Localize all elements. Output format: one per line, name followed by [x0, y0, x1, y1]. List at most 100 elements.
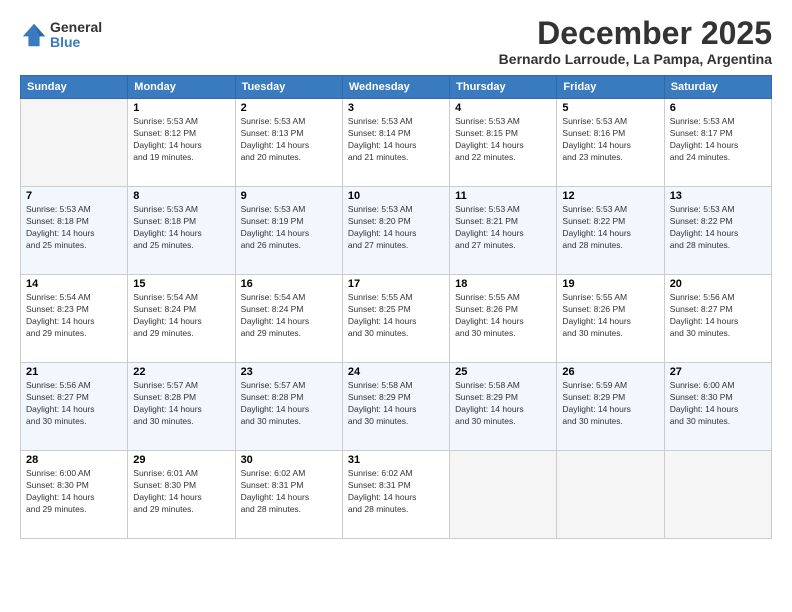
calendar-cell: 31 Sunrise: 6:02 AM Sunset: 8:31 PM Dayli…: [342, 451, 449, 539]
calendar-cell: 24 Sunrise: 5:58 AM Sunset: 8:29 PM Dayli…: [342, 363, 449, 451]
day-number: 19: [562, 278, 658, 290]
weekday-header-sunday: Sunday: [21, 76, 128, 99]
day-info: Sunrise: 5:53 AM Sunset: 8:18 PM Dayligh…: [133, 204, 229, 252]
day-number: 2: [241, 102, 337, 114]
calendar-cell: 20 Sunrise: 5:56 AM Sunset: 8:27 PM Dayli…: [664, 275, 771, 363]
calendar-cell: 16 Sunrise: 5:54 AM Sunset: 8:24 PM Dayli…: [235, 275, 342, 363]
day-number: 3: [348, 102, 444, 114]
day-number: 30: [241, 454, 337, 466]
calendar-cell: 28Sunrise: 6:00 AM Sunset: 8:30 PM Dayli…: [21, 451, 128, 539]
day-info: Sunrise: 5:53 AM Sunset: 8:18 PM Dayligh…: [26, 204, 122, 252]
calendar-cell: 11 Sunrise: 5:53 AM Sunset: 8:21 PM Dayli…: [450, 187, 557, 275]
day-info: Sunrise: 5:57 AM Sunset: 8:28 PM Dayligh…: [133, 380, 229, 428]
day-number: 17: [348, 278, 444, 290]
calendar-cell: 6 Sunrise: 5:53 AM Sunset: 8:17 PM Daylig…: [664, 99, 771, 187]
calendar-cell: [557, 451, 664, 539]
day-info: Sunrise: 5:53 AM Sunset: 8:15 PM Dayligh…: [455, 116, 551, 164]
title-block: December 2025 Bernardo Larroude, La Pamp…: [499, 16, 772, 67]
calendar-cell: 21Sunrise: 5:56 AM Sunset: 8:27 PM Dayli…: [21, 363, 128, 451]
day-info: Sunrise: 5:56 AM Sunset: 8:27 PM Dayligh…: [26, 380, 122, 428]
day-number: 26: [562, 366, 658, 378]
calendar-cell: 9Sunrise: 5:53 AM Sunset: 8:19 PM Daylig…: [235, 187, 342, 275]
calendar-cell: 17 Sunrise: 5:55 AM Sunset: 8:25 PM Dayli…: [342, 275, 449, 363]
weekday-header-saturday: Saturday: [664, 76, 771, 99]
calendar-cell: 1Sunrise: 5:53 AM Sunset: 8:12 PM Daylig…: [128, 99, 235, 187]
calendar-cell: [664, 451, 771, 539]
day-info: Sunrise: 5:53 AM Sunset: 8:20 PM Dayligh…: [348, 204, 444, 252]
day-number: 20: [670, 278, 766, 290]
day-info: Sunrise: 5:53 AM Sunset: 8:12 PM Dayligh…: [133, 116, 229, 164]
calendar-cell: 12Sunrise: 5:53 AM Sunset: 8:22 PM Dayli…: [557, 187, 664, 275]
day-number: 7: [26, 190, 122, 202]
day-number: 31: [348, 454, 444, 466]
day-info: Sunrise: 5:53 AM Sunset: 8:14 PM Dayligh…: [348, 116, 444, 164]
day-info: Sunrise: 5:53 AM Sunset: 8:17 PM Dayligh…: [670, 116, 766, 164]
calendar-week-row: 1Sunrise: 5:53 AM Sunset: 8:12 PM Daylig…: [21, 99, 772, 187]
calendar-cell: 29 Sunrise: 6:01 AM Sunset: 8:30 PM Dayli…: [128, 451, 235, 539]
day-number: 11: [455, 190, 551, 202]
day-info: Sunrise: 5:53 AM Sunset: 8:22 PM Dayligh…: [562, 204, 658, 252]
month-title: December 2025: [499, 16, 772, 51]
day-info: Sunrise: 6:02 AM Sunset: 8:31 PM Dayligh…: [241, 468, 337, 516]
day-info: Sunrise: 6:01 AM Sunset: 8:30 PM Dayligh…: [133, 468, 229, 516]
day-number: 6: [670, 102, 766, 114]
day-number: 29: [133, 454, 229, 466]
calendar-week-row: 28Sunrise: 6:00 AM Sunset: 8:30 PM Dayli…: [21, 451, 772, 539]
calendar-page: General Blue December 2025 Bernardo Larr…: [0, 0, 792, 612]
calendar-cell: 4Sunrise: 5:53 AM Sunset: 8:15 PM Daylig…: [450, 99, 557, 187]
calendar-cell: 3 Sunrise: 5:53 AM Sunset: 8:14 PM Daylig…: [342, 99, 449, 187]
day-number: 5: [562, 102, 658, 114]
calendar-cell: 19 Sunrise: 5:55 AM Sunset: 8:26 PM Dayli…: [557, 275, 664, 363]
calendar-cell: 10Sunrise: 5:53 AM Sunset: 8:20 PM Dayli…: [342, 187, 449, 275]
weekday-header-wednesday: Wednesday: [342, 76, 449, 99]
calendar-cell: 18Sunrise: 5:55 AM Sunset: 8:26 PM Dayli…: [450, 275, 557, 363]
day-info: Sunrise: 6:02 AM Sunset: 8:31 PM Dayligh…: [348, 468, 444, 516]
weekday-header-friday: Friday: [557, 76, 664, 99]
calendar-cell: 26 Sunrise: 5:59 AM Sunset: 8:29 PM Dayli…: [557, 363, 664, 451]
day-info: Sunrise: 5:54 AM Sunset: 8:24 PM Dayligh…: [241, 292, 337, 340]
calendar-cell: [21, 99, 128, 187]
day-info: Sunrise: 5:53 AM Sunset: 8:13 PM Dayligh…: [241, 116, 337, 164]
logo: General Blue: [20, 20, 102, 51]
logo-blue: Blue: [50, 35, 102, 50]
logo-general: General: [50, 20, 102, 35]
calendar-cell: 5 Sunrise: 5:53 AM Sunset: 8:16 PM Daylig…: [557, 99, 664, 187]
day-info: Sunrise: 5:53 AM Sunset: 8:16 PM Dayligh…: [562, 116, 658, 164]
calendar-cell: [450, 451, 557, 539]
day-number: 8: [133, 190, 229, 202]
weekday-header-monday: Monday: [128, 76, 235, 99]
day-number: 24: [348, 366, 444, 378]
calendar-cell: 27Sunrise: 6:00 AM Sunset: 8:30 PM Dayli…: [664, 363, 771, 451]
day-number: 9: [241, 190, 337, 202]
day-info: Sunrise: 5:56 AM Sunset: 8:27 PM Dayligh…: [670, 292, 766, 340]
day-info: Sunrise: 5:54 AM Sunset: 8:23 PM Dayligh…: [26, 292, 122, 340]
calendar-cell: 2 Sunrise: 5:53 AM Sunset: 8:13 PM Daylig…: [235, 99, 342, 187]
calendar-cell: 23 Sunrise: 5:57 AM Sunset: 8:28 PM Dayli…: [235, 363, 342, 451]
logo-icon: [20, 21, 48, 49]
calendar-cell: 7 Sunrise: 5:53 AM Sunset: 8:18 PM Daylig…: [21, 187, 128, 275]
calendar-week-row: 14 Sunrise: 5:54 AM Sunset: 8:23 PM Dayli…: [21, 275, 772, 363]
day-info: Sunrise: 5:55 AM Sunset: 8:26 PM Dayligh…: [562, 292, 658, 340]
weekday-header-row: SundayMondayTuesdayWednesdayThursdayFrid…: [21, 76, 772, 99]
day-info: Sunrise: 5:59 AM Sunset: 8:29 PM Dayligh…: [562, 380, 658, 428]
day-number: 23: [241, 366, 337, 378]
weekday-header-thursday: Thursday: [450, 76, 557, 99]
day-info: Sunrise: 5:58 AM Sunset: 8:29 PM Dayligh…: [455, 380, 551, 428]
day-info: Sunrise: 5:53 AM Sunset: 8:21 PM Dayligh…: [455, 204, 551, 252]
day-number: 25: [455, 366, 551, 378]
day-number: 28: [26, 454, 122, 466]
location-subtitle: Bernardo Larroude, La Pampa, Argentina: [499, 51, 772, 67]
weekday-header-tuesday: Tuesday: [235, 76, 342, 99]
day-info: Sunrise: 5:55 AM Sunset: 8:25 PM Dayligh…: [348, 292, 444, 340]
day-number: 13: [670, 190, 766, 202]
day-number: 22: [133, 366, 229, 378]
calendar-week-row: 21Sunrise: 5:56 AM Sunset: 8:27 PM Dayli…: [21, 363, 772, 451]
day-info: Sunrise: 5:53 AM Sunset: 8:22 PM Dayligh…: [670, 204, 766, 252]
day-info: Sunrise: 5:58 AM Sunset: 8:29 PM Dayligh…: [348, 380, 444, 428]
calendar-cell: 14 Sunrise: 5:54 AM Sunset: 8:23 PM Dayli…: [21, 275, 128, 363]
day-number: 16: [241, 278, 337, 290]
calendar-cell: 15Sunrise: 5:54 AM Sunset: 8:24 PM Dayli…: [128, 275, 235, 363]
calendar-cell: 22 Sunrise: 5:57 AM Sunset: 8:28 PM Dayli…: [128, 363, 235, 451]
day-number: 14: [26, 278, 122, 290]
day-info: Sunrise: 5:57 AM Sunset: 8:28 PM Dayligh…: [241, 380, 337, 428]
